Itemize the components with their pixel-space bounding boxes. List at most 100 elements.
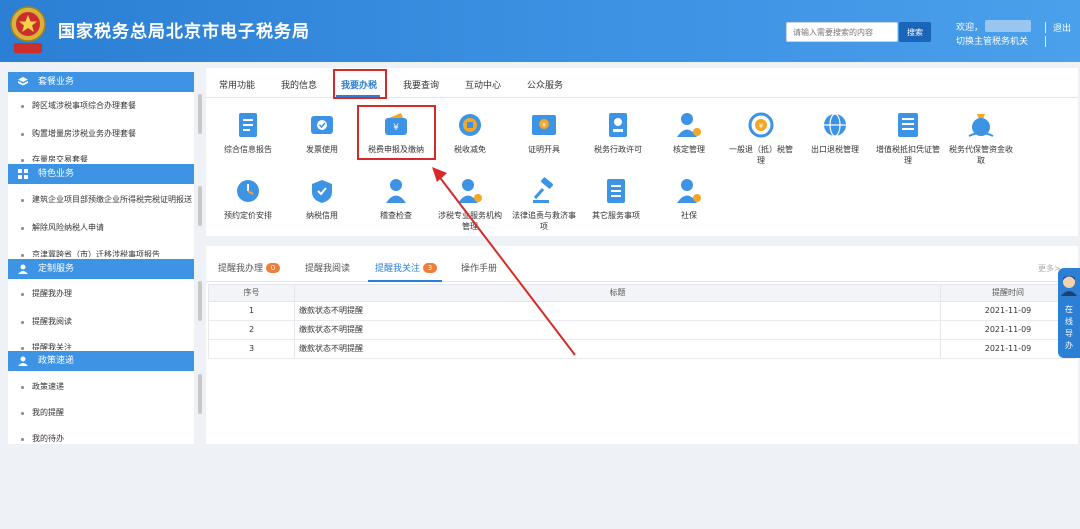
func-label: 增值税抵扣凭证管理 <box>876 145 940 165</box>
tax-emblem-logo <box>10 6 46 53</box>
func-label: 涉税专业服务机构管理 <box>438 211 502 231</box>
func-label: 证明开具 <box>528 145 560 154</box>
func-vat-deduction[interactable]: 增值税抵扣凭证管理 <box>873 110 943 166</box>
func-label: 法律追责与救济事项 <box>512 211 576 231</box>
count-badge: 3 <box>423 263 438 273</box>
badge-icon <box>609 113 627 137</box>
tab-label: 操作手册 <box>461 264 498 274</box>
guide-char: 导 <box>1065 329 1073 338</box>
globe-icon <box>824 113 846 137</box>
sidebar-section-featured[interactable]: 特色业务 <box>8 164 194 184</box>
row-title[interactable]: 缴款状态不明提醒 <box>299 340 363 358</box>
tab-my-info[interactable]: 我的信息 <box>276 78 322 94</box>
table-row[interactable]: 2 缴款状态不明提醒 2021-11-09 <box>208 321 1076 340</box>
search-input[interactable] <box>786 22 898 42</box>
func-pricing-arrangement[interactable]: 预约定价安排 <box>213 176 283 221</box>
sidebar-section-policy[interactable]: 政策速递 <box>8 351 194 371</box>
table-row[interactable]: 1 缴款状态不明提醒 2021-11-09 <box>208 302 1076 321</box>
func-label: 纳税信用 <box>306 211 338 220</box>
sidebar-item[interactable]: 京津冀跨省（市）迁移涉税事项报告 <box>8 246 194 257</box>
sidebar: 套餐业务 跨区域涉税事项综合办理套餐 购置增量房涉税业务办理套餐 存量房交易套餐… <box>8 72 202 444</box>
header-divider <box>1045 22 1046 33</box>
sidebar-section-package[interactable]: 套餐业务 <box>8 72 194 92</box>
sidebar-item[interactable]: 建筑企业项目部预缴企业所得税完税证明报送 <box>8 191 194 209</box>
sidebar-section-title: 套餐业务 <box>38 77 75 87</box>
func-tax-credit[interactable]: 纳税信用 <box>287 176 357 221</box>
sidebar-section-title: 特色业务 <box>38 169 75 179</box>
func-verification-mgmt[interactable]: 核定管理 <box>654 110 724 155</box>
func-inspection[interactable]: 稽查检查 <box>361 176 431 221</box>
user-icon <box>18 264 28 274</box>
highlight-box-tab <box>333 69 387 99</box>
func-comprehensive-report[interactable]: 综合信息报告 <box>213 110 283 155</box>
func-social-security[interactable]: 社保 <box>654 176 724 221</box>
sidebar-item[interactable]: 我的待办 <box>8 430 194 444</box>
person-icon <box>386 179 406 203</box>
sidebar-item[interactable]: 存量房交易套餐 <box>8 151 194 162</box>
sidebar-scrollbar[interactable] <box>198 186 202 226</box>
table-row[interactable]: 3 缴款状态不明提醒 2021-11-09 <box>208 340 1076 359</box>
row-title[interactable]: 缴款状态不明提醒 <box>299 302 363 320</box>
search-button[interactable]: 搜索 <box>899 22 931 42</box>
tab-remind-follow[interactable]: 提醒我关注 3 <box>375 262 438 276</box>
tab-remind-handle[interactable]: 提醒我办理 0 <box>218 262 281 276</box>
sidebar-item[interactable]: 提醒我关注 <box>8 339 194 350</box>
func-certificate-issue[interactable]: ¥ 证明开具 <box>509 110 579 155</box>
logout-link[interactable]: 退出 <box>1053 21 1071 34</box>
column-divider <box>294 340 295 358</box>
online-guide-button[interactable]: 在线导办 <box>1058 268 1080 358</box>
guide-char: 办 <box>1065 341 1073 350</box>
column-header: 序号 <box>243 288 260 297</box>
coin-icon <box>459 114 481 136</box>
refund-icon: ¥ <box>748 112 774 138</box>
sidebar-scrollbar[interactable] <box>198 374 202 414</box>
tab-public-service[interactable]: 公众服务 <box>522 78 568 94</box>
column-header: 提醒时间 <box>992 288 1024 297</box>
guide-char: 在 <box>1065 305 1073 314</box>
sidebar-item[interactable]: 我的提醒 <box>8 404 194 422</box>
sidebar-item[interactable]: 政策速递 <box>8 378 194 396</box>
func-legal-relief[interactable]: 法律追责与救济事项 <box>509 176 579 232</box>
table-header: 序号 标题 提醒时间 <box>208 284 1076 302</box>
switch-tax-office-link[interactable]: 切换主管税务机关 <box>956 34 1028 47</box>
tab-interaction-center[interactable]: 互动中心 <box>460 78 506 94</box>
tab-manual[interactable]: 操作手册 <box>461 262 497 276</box>
func-refund-mgmt[interactable]: ¥ 一般退（抵）税管理 <box>726 110 796 166</box>
row-time: 2021-11-09 <box>984 306 1032 315</box>
ticket-icon <box>311 116 333 134</box>
func-admin-license[interactable]: 税务行政许可 <box>583 110 653 155</box>
sidebar-item[interactable]: 解除风险纳税人申请 <box>8 219 194 237</box>
sidebar-item[interactable]: 跨区域涉税事项综合办理套餐 <box>8 97 194 115</box>
tab-label: 提醒我阅读 <box>305 264 351 274</box>
func-label: 税务代保管资金收取 <box>949 145 1013 165</box>
tab-label: 提醒我办理 <box>218 264 264 274</box>
column-header: 标题 <box>609 288 626 297</box>
sidebar-scrollbar[interactable] <box>198 281 202 321</box>
tab-query[interactable]: 我要查询 <box>398 78 444 94</box>
func-professional-service-mgmt[interactable]: 涉税专业服务机构管理 <box>435 176 505 232</box>
username-redacted <box>985 20 1031 32</box>
func-export-refund[interactable]: 出口退税管理 <box>800 110 870 155</box>
heart-shield-icon <box>312 180 332 203</box>
highlight-box-function <box>357 105 436 160</box>
sidebar-section-custom[interactable]: 定制服务 <box>8 259 194 279</box>
func-other-services[interactable]: 其它服务事项 <box>581 176 651 221</box>
sidebar-scrollbar[interactable] <box>198 94 202 134</box>
package-icon <box>18 77 28 86</box>
tab-common-functions[interactable]: 常用功能 <box>214 78 260 94</box>
func-tax-reduction[interactable]: 税收减免 <box>435 110 505 155</box>
func-label: 综合信息报告 <box>224 145 272 154</box>
func-label: 核定管理 <box>673 145 705 154</box>
func-invoice-use[interactable]: 发票使用 <box>287 110 357 155</box>
row-title[interactable]: 缴款状态不明提醒 <box>299 321 363 339</box>
person-gear-icon <box>677 179 701 203</box>
svg-text:¥: ¥ <box>542 122 546 129</box>
site-title: 国家税务总局北京市电子税务局 <box>58 22 310 42</box>
guide-label: 在线导办 <box>1058 304 1080 352</box>
sidebar-item[interactable]: 提醒我办理 <box>8 285 194 303</box>
tab-remind-read[interactable]: 提醒我阅读 <box>305 262 350 276</box>
sidebar-item[interactable]: 提醒我阅读 <box>8 313 194 331</box>
sidebar-item[interactable]: 购置增量房涉税业务办理套餐 <box>8 125 194 143</box>
sidebar-section-title: 定制服务 <box>38 264 75 274</box>
func-custody-fund[interactable]: 税务代保管资金收取 <box>946 110 1016 166</box>
